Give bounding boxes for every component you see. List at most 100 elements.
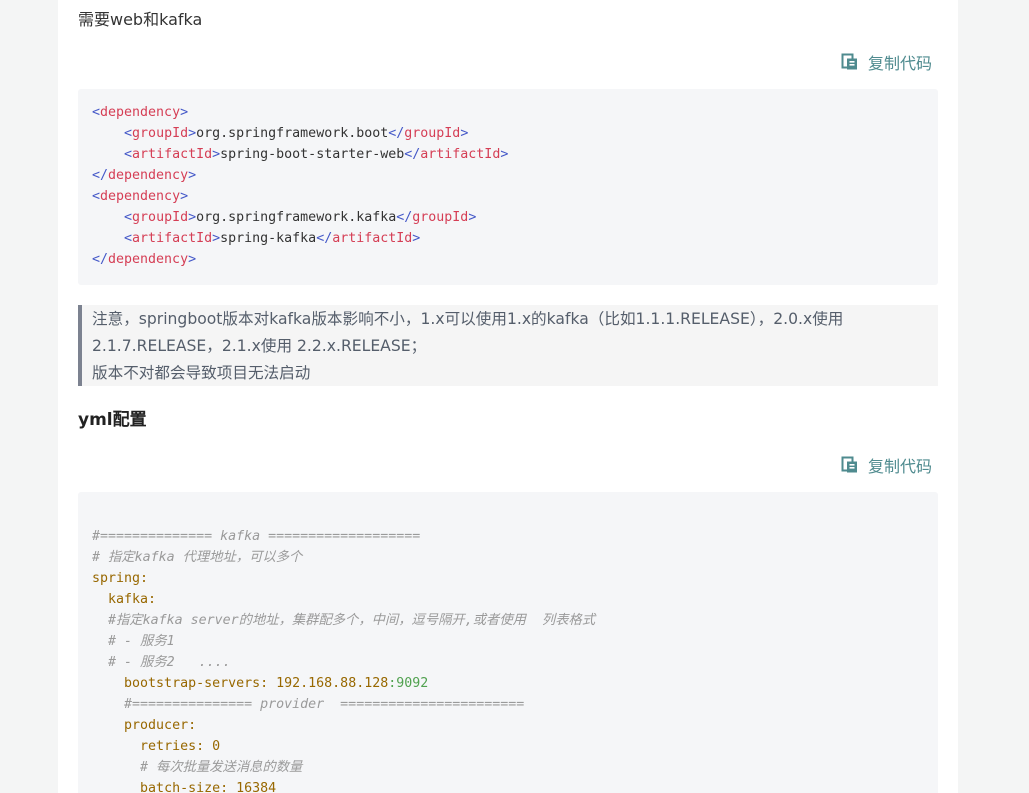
- code-line: <artifactId>spring-kafka</artifactId>: [92, 228, 924, 249]
- code-token: </: [316, 231, 333, 246]
- code-token: bootstrap-servers:: [124, 676, 277, 691]
- code-token: >: [468, 210, 477, 225]
- intro-text: 需要web和kafka: [78, 10, 203, 29]
- code-token: >: [412, 231, 421, 246]
- code-token: dependency: [108, 252, 189, 267]
- copy-code-button-xml[interactable]: 复制代码: [841, 50, 932, 74]
- code-line: <dependency>: [92, 102, 924, 123]
- yml-code-block[interactable]: #============== kafka ==================…: [78, 492, 938, 793]
- code-line: # 指定kafka 代理地址，可以多个: [92, 547, 924, 568]
- code-line: # - 服务2 ....: [92, 652, 924, 673]
- code-token: <: [124, 231, 133, 246]
- code-token: batch-size:: [140, 781, 237, 793]
- code-token: #指定kafka server的地址，集群配多个，中间，逗号隔开,或者使用 列表…: [108, 613, 596, 628]
- code-token: 192.168.88.128: [276, 676, 389, 691]
- code-token: <: [92, 189, 101, 204]
- code-token: </: [92, 168, 109, 183]
- note-line-3: 版本不对都会导致项目无法启动: [92, 364, 311, 382]
- code-token: # - 服务2 ....: [108, 655, 231, 670]
- code-line: kafka:: [92, 589, 924, 610]
- xml-code-block[interactable]: <dependency> <groupId>org.springframewor…: [78, 89, 938, 285]
- code-line: <artifactId>spring-boot-starter-web</art…: [92, 144, 924, 165]
- code-token: artifactId: [332, 231, 413, 246]
- code-token: >: [212, 147, 221, 162]
- code-token: spring:: [92, 571, 149, 586]
- code-token: dependency: [100, 189, 181, 204]
- code-token: <: [124, 126, 133, 141]
- code-token: dependency: [108, 168, 189, 183]
- code-token: 16384: [236, 781, 277, 793]
- copy-icon: [841, 53, 857, 70]
- code-token: org.springframework.boot: [196, 126, 389, 141]
- code-token: #=============== provider ==============…: [124, 697, 525, 712]
- code-token: kafka:: [108, 592, 157, 607]
- code-line: #指定kafka server的地址，集群配多个，中间，逗号隔开,或者使用 列表…: [92, 610, 924, 631]
- code-line: <dependency>: [92, 186, 924, 207]
- code-line: #=============== provider ==============…: [92, 694, 924, 715]
- code-line: spring:: [92, 568, 924, 589]
- code-line: batch-size: 16384: [92, 778, 924, 793]
- copy-code-button-yml[interactable]: 复制代码: [841, 453, 932, 477]
- code-token: retries:: [140, 739, 213, 754]
- code-token: # 指定kafka 代理地址，可以多个: [92, 550, 303, 565]
- code-token: # 每次批量发送消息的数量: [140, 760, 303, 775]
- copy-code-label: 复制代码: [867, 457, 932, 476]
- code-token: >: [188, 168, 197, 183]
- code-line: retries: 0: [92, 736, 924, 757]
- code-token: >: [460, 126, 469, 141]
- code-token: #============== kafka ==================…: [92, 529, 421, 544]
- code-line: <groupId>org.springframework.kafka</grou…: [92, 207, 924, 228]
- code-token: groupId: [132, 126, 189, 141]
- code-token: artifactId: [132, 231, 213, 246]
- version-note: 注意，springboot版本对kafka版本影响不小，1.x可以使用1.x的k…: [78, 305, 938, 386]
- code-token: </: [404, 147, 421, 162]
- copy-icon: [841, 456, 857, 473]
- code-token: <: [92, 105, 101, 120]
- code-token: org.springframework.kafka: [196, 210, 397, 225]
- code-token: spring-kafka: [220, 231, 317, 246]
- code-token: groupId: [132, 210, 189, 225]
- code-token: >: [212, 231, 221, 246]
- code-token: artifactId: [132, 147, 213, 162]
- code-token: spring-boot-starter-web: [220, 147, 405, 162]
- code-token: producer:: [124, 718, 197, 733]
- code-token: </: [388, 126, 405, 141]
- code-token: >: [188, 126, 197, 141]
- code-line: # - 服务1: [92, 631, 924, 652]
- code-line: producer:: [92, 715, 924, 736]
- code-token: >: [188, 252, 197, 267]
- article-content: 需要web和kafka 复制代码 <dependency> <groupId>o…: [58, 0, 958, 793]
- code-token: >: [500, 147, 509, 162]
- code-token: groupId: [412, 210, 469, 225]
- code-token: artifactId: [420, 147, 501, 162]
- code-line: #============== kafka ==================…: [92, 526, 924, 547]
- code-line: </dependency>: [92, 165, 924, 186]
- code-line: bootstrap-servers: 192.168.88.128:9092: [92, 673, 924, 694]
- code-token: :9092: [388, 676, 429, 691]
- code-token: groupId: [404, 126, 461, 141]
- code-token: >: [180, 105, 189, 120]
- note-line-1: 注意，springboot版本对kafka版本影响不小，1.x可以使用1.x的k…: [92, 310, 844, 328]
- code-line: </dependency>: [92, 249, 924, 270]
- note-line-2: 2.1.7.RELEASE，2.1.x使用 2.2.x.RELEASE；: [92, 337, 427, 355]
- code-token: </: [92, 252, 109, 267]
- code-token: </: [396, 210, 413, 225]
- code-token: # - 服务1: [108, 634, 175, 649]
- code-token: 0: [212, 739, 221, 754]
- code-token: >: [188, 210, 197, 225]
